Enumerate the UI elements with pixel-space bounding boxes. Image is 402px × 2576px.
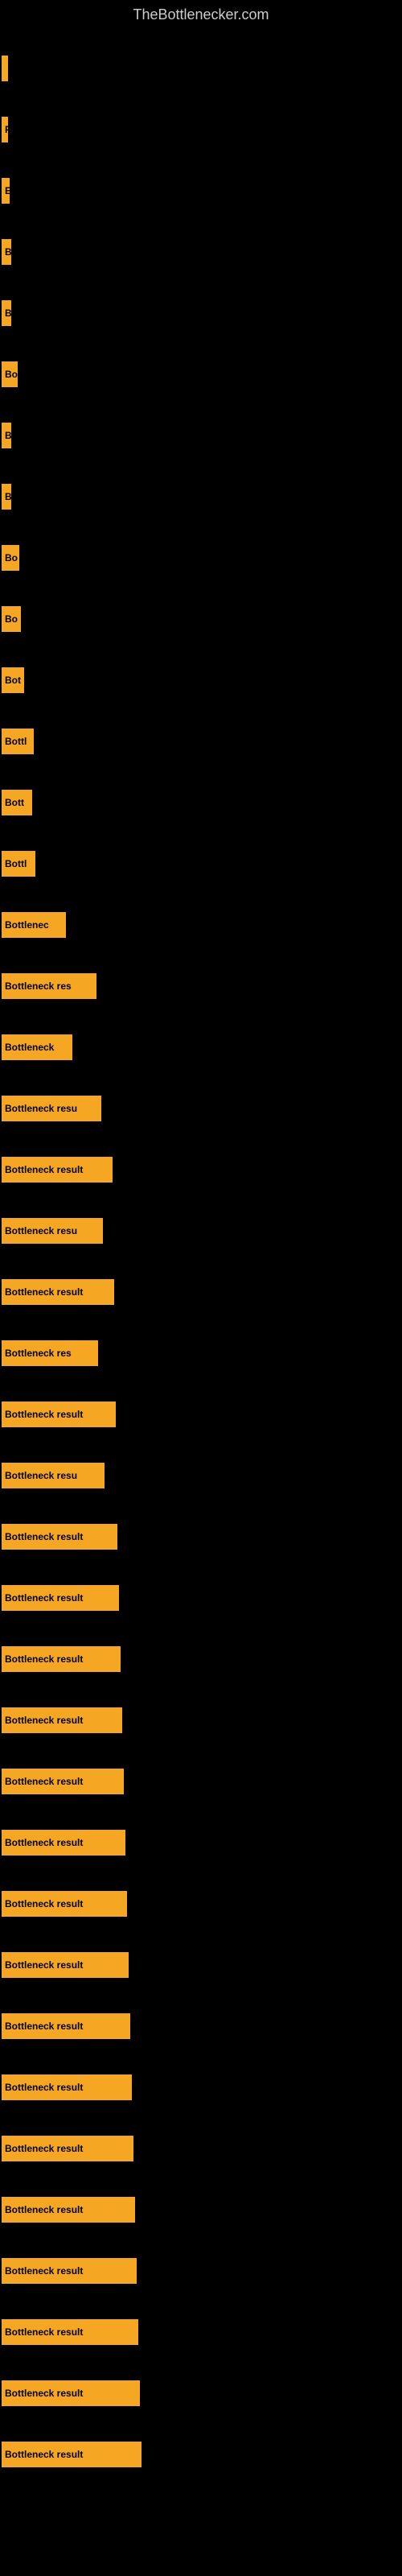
bar-item: Bottleneck result (0, 2118, 402, 2179)
bar-label: B (2, 484, 11, 510)
bar-item: Bottleneck result (0, 1934, 402, 1996)
bar-item: B (0, 283, 402, 344)
bar-item: Bottleneck result (0, 1567, 402, 1629)
bar-item: Bottleneck result (0, 1139, 402, 1200)
bar-label: Bottleneck result (2, 1279, 114, 1305)
bar-label: Bottleneck result (2, 1585, 119, 1611)
bar-label: Bottleneck result (2, 2136, 133, 2161)
bar-label: Bottleneck result (2, 2013, 130, 2039)
bar-item: B (0, 221, 402, 283)
bar-item: Bottleneck result (0, 1812, 402, 1873)
bar-label: Bottleneck result (2, 1952, 129, 1978)
chart-container: P E B B Bo B B Bo Bo Bot Bottl Bott Bottl Bottlenec Bo… (0, 30, 402, 2557)
bar-item: E (0, 160, 402, 221)
bar-item: B (0, 405, 402, 466)
bar-item: Bottleneck result (0, 2363, 402, 2424)
bar-item: Bottleneck resu (0, 1200, 402, 1261)
bar-item: Bottleneck result (0, 2179, 402, 2240)
bar-item: B (0, 466, 402, 527)
bar-item: Bottleneck result (0, 1690, 402, 1751)
bar-label: Bottleneck result (2, 2319, 138, 2345)
bar-item: Bottleneck result (0, 1873, 402, 1934)
bar-label: Bottleneck result (2, 1402, 116, 1427)
bar-item: Bottleneck res (0, 1323, 402, 1384)
bar-label: Bottleneck resu (2, 1463, 105, 1488)
bar-label: Bottleneck (2, 1034, 72, 1060)
bar-item: Bottleneck result (0, 2240, 402, 2301)
bar-item: Bott (0, 772, 402, 833)
bar-label: Bottleneck result (2, 1891, 127, 1917)
bar-label: Bottleneck result (2, 2442, 142, 2467)
bar-label: P (2, 117, 8, 142)
bar-item: Bottleneck result (0, 1261, 402, 1323)
bar-item: Bo (0, 588, 402, 650)
bar-label: B (2, 423, 11, 448)
bar-item: Bot (0, 650, 402, 711)
bar-label: Bottleneck result (2, 1707, 122, 1733)
bar-label: Bottl (2, 729, 34, 754)
bar-label: Bott (2, 790, 32, 815)
bar-label: Bottlenec (2, 912, 66, 938)
bar-label: Bottleneck res (2, 973, 96, 999)
bar-item: Bottleneck resu (0, 1078, 402, 1139)
bar-item: Bottl (0, 833, 402, 894)
bar-item: Bo (0, 344, 402, 405)
bar-label: Bottleneck result (2, 2380, 140, 2406)
bar-item: Bottleneck (0, 1017, 402, 1078)
bar-label: Bo (2, 606, 21, 632)
bar-item: Bottleneck result (0, 2424, 402, 2485)
bar-label: Bottleneck result (2, 2197, 135, 2223)
bar-label: Bot (2, 667, 24, 693)
bar-item: P (0, 99, 402, 160)
bar-item: Bottleneck result (0, 1629, 402, 1690)
bar-item: Bo (0, 527, 402, 588)
site-title: TheBottlenecker.com (0, 0, 402, 30)
bar-label: Bottleneck resu (2, 1218, 103, 1244)
bar-label: Bottleneck result (2, 1830, 125, 1856)
bar-label: Bottleneck result (2, 1769, 124, 1794)
bar-label: Bottleneck result (2, 2258, 137, 2284)
bar-item: Bottlenec (0, 894, 402, 956)
bar-item: Bottleneck res (0, 956, 402, 1017)
bar-label: Bottl (2, 851, 35, 877)
bar-item: Bottleneck result (0, 2301, 402, 2363)
bar-label: Bottleneck result (2, 2074, 132, 2100)
bar-label (2, 56, 8, 81)
bar-item (0, 38, 402, 99)
bar-label: B (2, 300, 11, 326)
bar-label: Bottleneck result (2, 1646, 121, 1672)
site-title-container: TheBottlenecker.com (0, 0, 402, 30)
bar-label: Bottleneck resu (2, 1096, 101, 1121)
bar-label: Bottleneck result (2, 1524, 117, 1550)
bar-item: Bottleneck result (0, 1506, 402, 1567)
bar-item: Bottleneck result (0, 2057, 402, 2118)
bar-label: Bottleneck result (2, 1157, 113, 1183)
bar-label: Bo (2, 361, 18, 387)
bar-item: Bottleneck result (0, 1384, 402, 1445)
bar-item: Bottleneck result (0, 1996, 402, 2057)
bar-label: Bottleneck res (2, 1340, 98, 1366)
bar-item: Bottleneck resu (0, 1445, 402, 1506)
bar-item: Bottl (0, 711, 402, 772)
bar-label: B (2, 239, 11, 265)
bar-item: Bottleneck result (0, 1751, 402, 1812)
bar-label: Bo (2, 545, 19, 571)
bar-label: E (2, 178, 10, 204)
